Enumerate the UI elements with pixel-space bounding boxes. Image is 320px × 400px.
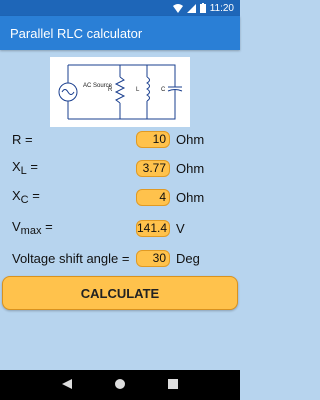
- inductive-reactance-unit: Ohm: [176, 160, 205, 176]
- status-icons: [172, 3, 206, 13]
- vmax-label: Vmax =: [12, 219, 53, 237]
- voltage-shift-row: Voltage shift angle = 30 Deg: [12, 247, 232, 269]
- capacitive-reactance-row: XC = 4 Ohm: [12, 186, 232, 208]
- wifi-icon: [172, 3, 183, 13]
- home-icon[interactable]: [114, 376, 125, 394]
- battery-icon: [199, 3, 206, 13]
- c-label: C: [161, 87, 166, 93]
- app-title: Parallel RLC calculator: [10, 25, 143, 41]
- inductive-reactance-row: XL = 3.77 Ohm: [12, 157, 232, 179]
- inductive-reactance-label: XL =: [12, 159, 39, 177]
- signal-icon: [186, 3, 196, 13]
- voltage-shift-unit: Deg: [176, 250, 200, 266]
- inductive-reactance-input[interactable]: 3.77: [136, 159, 170, 177]
- resistance-unit: Ohm: [176, 131, 205, 147]
- circuit-diagram: AC Source R L C: [50, 57, 190, 127]
- l-label: L: [136, 87, 140, 93]
- voltage-shift-input[interactable]: 30: [136, 249, 170, 267]
- status-time: 11:20: [209, 2, 234, 14]
- r-label: R: [108, 87, 113, 93]
- capacitive-reactance-label: XC =: [12, 188, 40, 206]
- recents-icon[interactable]: [168, 376, 179, 394]
- resistance-input[interactable]: 10: [136, 130, 170, 148]
- calculate-button[interactable]: CALCULATE: [2, 276, 238, 310]
- resistance-label: R =: [12, 131, 33, 147]
- vmax-row: Vmax = 141.4 V: [12, 217, 232, 239]
- navigation-bar: [0, 370, 240, 400]
- app-bar: Parallel RLC calculator: [0, 16, 240, 50]
- capacitive-reactance-input[interactable]: 4: [136, 188, 170, 206]
- capacitive-reactance-unit: Ohm: [176, 189, 205, 205]
- resistance-row: R = 10 Ohm: [12, 128, 232, 150]
- vmax-unit: V: [176, 220, 185, 236]
- status-bar: 11:20: [0, 0, 240, 16]
- back-icon[interactable]: [61, 376, 72, 394]
- vmax-input[interactable]: 141.4: [136, 219, 170, 237]
- voltage-shift-label: Voltage shift angle =: [12, 250, 130, 266]
